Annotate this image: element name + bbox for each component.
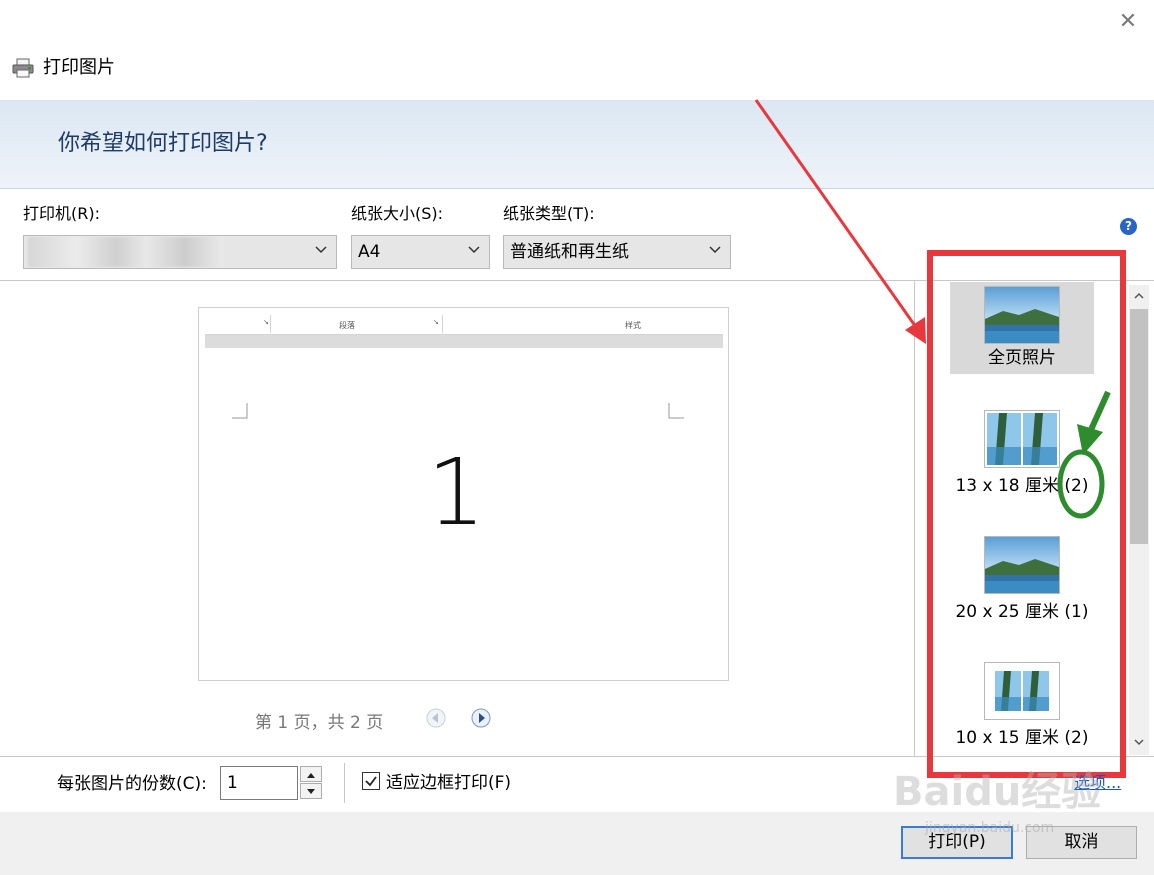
divider — [344, 763, 345, 803]
green-circle — [1057, 449, 1105, 519]
checkmark-icon — [365, 776, 377, 787]
copies-increment-button[interactable] — [300, 766, 322, 782]
fit-frame-label[interactable]: 适应边框打印(F) — [386, 771, 511, 795]
copies-label: 每张图片的份数(C): — [57, 774, 207, 794]
triangle-up-icon — [307, 773, 315, 778]
red-arrow — [754, 99, 920, 331]
copies-decrement-button[interactable] — [300, 783, 322, 799]
red-arrowhead — [905, 317, 926, 344]
copies-value: 1 — [227, 773, 238, 793]
copies-input[interactable]: 1 — [220, 766, 298, 800]
annotation-overlay — [754, 99, 1126, 778]
green-arrow — [1087, 390, 1111, 434]
watermark-url: jingyan.baidu.com — [925, 820, 1055, 836]
highlight-box — [927, 250, 1126, 778]
triangle-down-icon — [307, 789, 315, 794]
fit-frame-checkbox[interactable] — [362, 772, 380, 790]
watermark: Baidu经验 — [893, 769, 1102, 815]
